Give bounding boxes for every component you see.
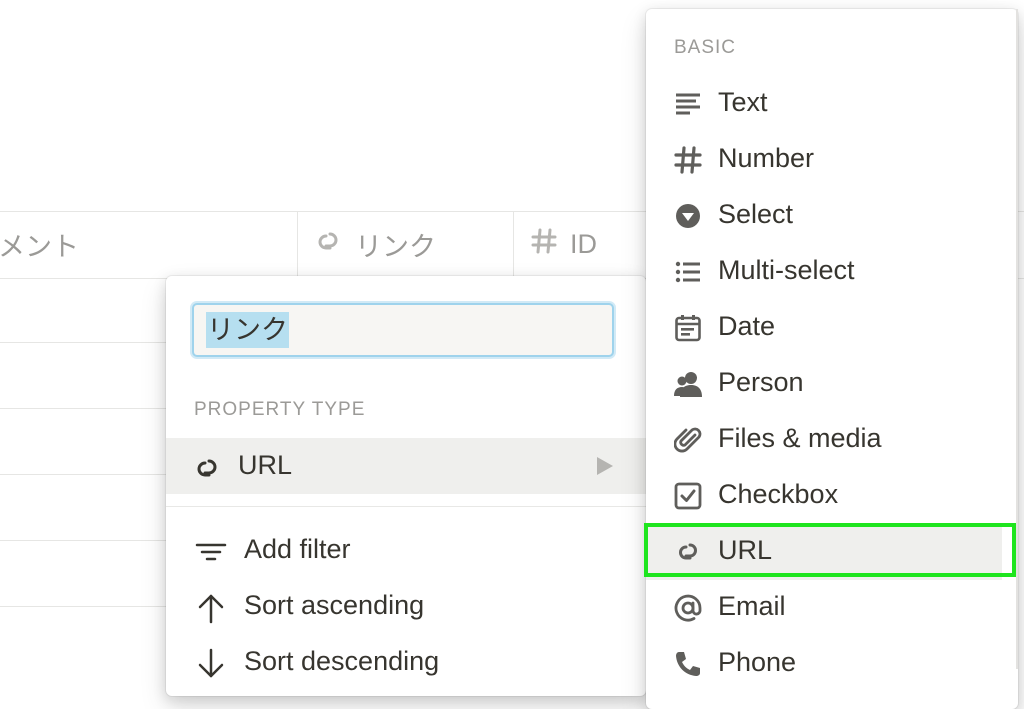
type-option-label: Email xyxy=(718,591,786,621)
arrow-up-icon xyxy=(194,592,228,629)
hash-icon xyxy=(530,227,570,262)
type-option-date[interactable]: Date xyxy=(646,300,1002,356)
add-filter-label: Add filter xyxy=(244,534,351,564)
property-name-value: リンク xyxy=(206,312,289,348)
property-name-input[interactable]: リンク xyxy=(192,303,614,357)
column-divider xyxy=(297,211,298,277)
column-header-comment[interactable]: メント xyxy=(0,226,79,262)
type-option-select[interactable]: Select xyxy=(646,188,1002,244)
table-row-divider xyxy=(0,606,170,607)
text-lines-icon xyxy=(676,93,700,115)
property-type-label: URL xyxy=(238,450,293,480)
type-option-checkbox[interactable]: Checkbox xyxy=(646,468,1002,524)
type-option-label: Files & media xyxy=(718,423,882,453)
arrow-down-icon xyxy=(194,648,228,685)
column-header-label: ID xyxy=(570,228,597,259)
triangle-right-icon xyxy=(596,456,614,481)
property-type-selector[interactable]: URL xyxy=(166,438,646,494)
column-header-label: リンク xyxy=(355,231,436,262)
table-row-divider xyxy=(0,342,170,343)
table-row-divider xyxy=(0,408,170,409)
column-header-link[interactable]: リンク xyxy=(313,226,436,262)
person-icon xyxy=(674,372,702,397)
type-menu-scrollbar[interactable] xyxy=(1016,9,1018,669)
filter-icon xyxy=(194,536,228,571)
type-option-phone[interactable]: Phone xyxy=(646,636,1002,692)
type-option-label: Checkbox xyxy=(718,479,839,509)
calendar-icon xyxy=(675,315,701,342)
sort-descending-label: Sort descending xyxy=(244,646,440,676)
sort-ascending-button[interactable]: Sort ascending xyxy=(166,580,646,632)
type-option-email[interactable]: Email xyxy=(646,580,1002,636)
at-icon xyxy=(674,594,702,622)
sort-descending-button[interactable]: Sort descending xyxy=(166,636,646,688)
hash-icon xyxy=(674,146,702,174)
type-option-label: Multi-select xyxy=(718,255,855,285)
property-menu: リンク PROPERTY TYPE URL Add filter Sort as… xyxy=(166,276,646,696)
type-option-person[interactable]: Person xyxy=(646,356,1002,412)
type-option-label: Phone xyxy=(718,647,797,677)
property-type-menu: BASIC Text Number Select Multi-select Da… xyxy=(646,9,1018,709)
type-option-label: Select xyxy=(718,199,794,229)
add-filter-button[interactable]: Add filter xyxy=(166,524,646,576)
link-icon xyxy=(192,453,222,488)
link-icon xyxy=(313,226,355,263)
type-option-number[interactable]: Number xyxy=(646,132,1002,188)
url-option-highlight xyxy=(644,523,1016,577)
type-option-text[interactable]: Text xyxy=(646,76,1002,132)
column-header-id[interactable]: ID xyxy=(530,226,597,262)
type-option-multi-select[interactable]: Multi-select xyxy=(646,244,1002,300)
column-divider xyxy=(513,211,514,277)
list-icon xyxy=(675,261,700,283)
phone-icon xyxy=(676,652,700,676)
type-option-label: Text xyxy=(718,87,768,117)
column-header-label: メント xyxy=(0,231,79,262)
menu-divider xyxy=(166,506,646,507)
type-option-files-media[interactable]: Files & media xyxy=(646,412,1002,468)
property-type-heading: PROPERTY TYPE xyxy=(194,399,366,420)
type-option-label: Person xyxy=(718,367,804,397)
table-row-divider xyxy=(0,474,170,475)
paperclip-icon xyxy=(674,427,702,453)
select-circle-icon xyxy=(676,204,700,228)
basic-heading: BASIC xyxy=(674,37,737,58)
table-row-divider xyxy=(0,540,170,541)
checkbox-icon xyxy=(674,482,702,510)
type-option-label: Number xyxy=(718,143,815,173)
sort-ascending-label: Sort ascending xyxy=(244,590,425,620)
type-option-label: Date xyxy=(718,311,776,341)
